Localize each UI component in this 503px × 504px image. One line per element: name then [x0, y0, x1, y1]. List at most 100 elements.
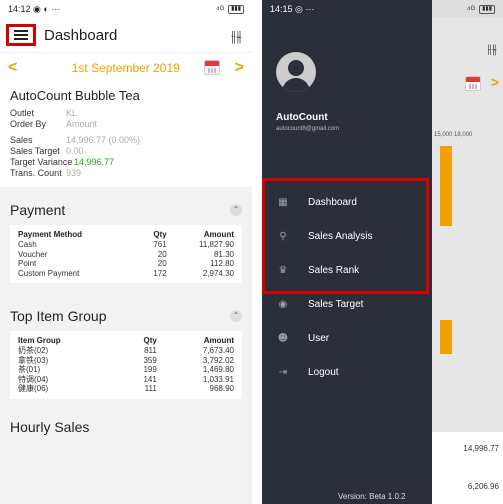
target-variance-label: Target Variance: [10, 157, 73, 167]
table-cell: 20: [157, 259, 167, 268]
table-cell: 拿铁(03): [18, 355, 49, 365]
page-title: Dashboard: [44, 26, 118, 44]
navigation-drawer: AutoCount autocount8@gmail.com ▦ Dashboa…: [262, 0, 432, 504]
outlet-value: KL: [66, 108, 78, 118]
table-cell: 172: [153, 268, 167, 278]
selected-date[interactable]: 1st September 2019: [72, 61, 180, 75]
table-cell: 141: [143, 374, 157, 384]
top-item-group-title: Top Item Group: [10, 308, 107, 324]
battery-icon: ▮▮▮: [228, 4, 244, 14]
status-time: 14:12: [8, 3, 31, 14]
column-header: Qty: [143, 336, 157, 345]
table-cell: 359: [143, 355, 157, 365]
table-cell: 761: [153, 240, 167, 249]
table-cell: 1,469.80: [202, 365, 234, 374]
top-item-group-header: Top Item Group ⌃: [10, 303, 242, 329]
rank-icon: ♛: [278, 264, 288, 276]
status-right: ⁴ᴳ ▮▮▮: [216, 4, 244, 14]
table-row: Custom Payment 172 2,974.30: [18, 269, 234, 279]
collapse-chevron-icon[interactable]: ⌃: [230, 204, 242, 216]
drawer-item-logout[interactable]: ⇥ Logout: [276, 364, 339, 380]
drawer-item-user[interactable]: ☻ User: [276, 330, 329, 346]
summary-row: Sales Target 0.00: [10, 146, 242, 157]
previous-date-button[interactable]: <: [8, 59, 17, 77]
calendar-icon[interactable]: [204, 60, 221, 75]
signal-icon: ⁴ᴳ: [215, 4, 225, 14]
table-cell: Point: [18, 259, 37, 268]
target-icon: ◉: [278, 298, 288, 310]
payment-table: Payment Method Qty Amount Cash 761 11,827.…: [10, 225, 242, 283]
summary-row: Target Variance 14,996.77: [10, 157, 242, 168]
dashboard-screen: 14:12 ◉ ◐ ··· ⁴ᴳ ▮▮▮ Dashboard ⫲⫳ < 1st …: [0, 0, 252, 504]
table-cell: Voucher: [18, 249, 48, 259]
column-header: Amount: [203, 336, 234, 345]
table-cell: 7,673.40: [202, 346, 234, 355]
drawer-item-sales-target[interactable]: ◉ Sales Target: [276, 296, 364, 312]
status-bar: 14:15 ◎ ··· ⁴ᴳ ▮▮▮: [262, 0, 503, 18]
table-cell: 968.90: [209, 384, 234, 393]
search-chart-icon: ⚲: [279, 230, 287, 242]
users-icon: ☻: [277, 332, 289, 344]
avatar: [276, 52, 316, 92]
filter-settings-icon[interactable]: ⫲⫳: [231, 27, 242, 45]
next-date-button[interactable]: >: [235, 59, 244, 77]
trans-count-value: 939: [66, 168, 82, 178]
table-cell: 健康(06): [18, 384, 49, 393]
drawer-item-label: Sales Target: [308, 298, 364, 310]
table-cell: 11,827.90: [199, 240, 234, 249]
target-variance-value: 14,996.77: [74, 157, 115, 167]
status-right: ⁴ᴳ ▮▮▮: [467, 4, 495, 14]
table-row: Point 20 112.80: [18, 259, 234, 269]
column-header: Payment Method: [18, 230, 83, 239]
store-name: AutoCount Bubble Tea: [10, 88, 140, 103]
collapse-chevron-icon[interactable]: ⌃: [230, 310, 242, 322]
table-row: Voucher 20 81.30: [18, 250, 234, 260]
hamburger-menu-button[interactable]: [6, 24, 36, 46]
table-row: 拿铁(03) 359 3,792.02: [18, 356, 234, 366]
date-navigator: < 1st September 2019 >: [0, 52, 252, 82]
app-bar: Dashboard ⫲⫳: [0, 18, 252, 52]
axis-tick-labels: 15,000 18,000: [434, 132, 473, 138]
drawer-item-label: Dashboard: [308, 196, 357, 208]
signal-icon: ⁴ᴳ: [466, 4, 476, 14]
drawer-item-label: Sales Analysis: [308, 230, 373, 242]
grid-icon: ▦: [278, 196, 288, 208]
summary-row: Outlet KL: [10, 108, 242, 119]
table-row: Cash 761 11,827.90: [18, 240, 234, 250]
hourly-sales-title: Hourly Sales: [10, 418, 90, 435]
table-cell: Cash: [18, 240, 37, 249]
drawer-item-sales-rank[interactable]: ♛ Sales Rank: [276, 262, 360, 278]
summary-panel: [432, 432, 503, 504]
orderby-value: Amount: [66, 119, 98, 129]
payment-header: Payment ⌃: [10, 197, 242, 223]
status-left: 14:15 ◎ ···: [270, 4, 314, 15]
menu-line-icon: [14, 38, 28, 40]
top-item-group-table: Item Group Qty Amount 奶茶(02) 811 7,673.40 …: [10, 331, 242, 399]
summary-row: Trans. Count 939: [10, 168, 242, 179]
status-icons: ◉ ◐ ···: [33, 3, 61, 14]
chart-bar: [440, 320, 452, 354]
table-row: 特调(04) 141 1,033.91: [18, 375, 234, 385]
status-left: 14:12 ◉ ◐ ···: [8, 4, 60, 15]
app-version: Version: Beta 1.0.2: [338, 492, 406, 501]
table-cell: 茶(01): [18, 365, 41, 374]
sales-value: 14,996.77 (0.00%): [66, 135, 141, 145]
sales-value: 14,996.77: [463, 444, 499, 453]
table-cell: 811: [144, 346, 157, 355]
orderby-label: Order By: [10, 119, 47, 129]
column-header: Amount: [203, 230, 234, 239]
table-cell: 199: [143, 365, 157, 374]
dimmed-dashboard[interactable]: ⫲⫳ > 15,000 18,000 14,996.77 6,206.96: [432, 18, 503, 504]
sales-value: 6,206.96: [467, 482, 499, 491]
avatar-head-icon: [288, 60, 304, 76]
drawer-item-sales-analysis[interactable]: ⚲ Sales Analysis: [276, 228, 372, 244]
drawer-item-label: Sales Rank: [308, 264, 360, 276]
battery-icon: ▮▮▮: [479, 4, 495, 14]
table-cell: 特调(04): [18, 374, 49, 384]
payment-section: Payment ⌃ Payment Method Qty Amount Cash…: [0, 187, 252, 289]
table-cell: 111: [144, 384, 157, 393]
table-cell: 81.30: [213, 249, 234, 259]
avatar-body-icon: [282, 78, 310, 92]
drawer-item-dashboard[interactable]: ▦ Dashboard: [276, 194, 357, 210]
table-cell: 2,974.30: [202, 268, 234, 278]
